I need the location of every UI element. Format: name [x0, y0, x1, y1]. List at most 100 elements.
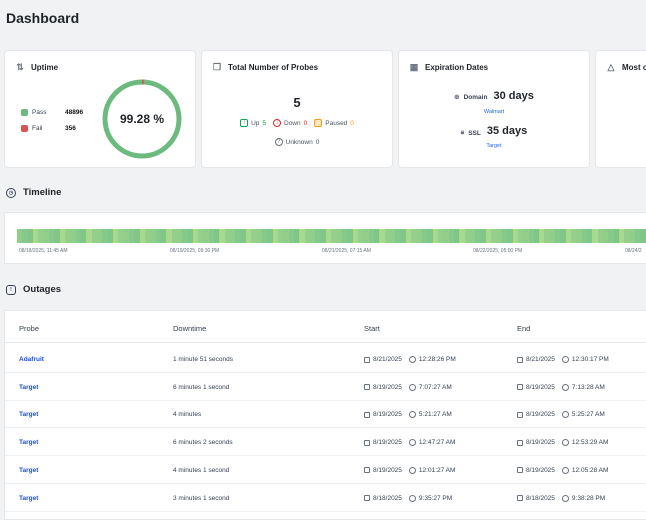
downtime-cell: 4 minutes 1 second [173, 466, 230, 474]
timeline-panel: 08/18/2025, 11:45 AM 08/19/2025, 09:30 P… [4, 212, 646, 264]
outages-table: Probe Downtime Start End Adafruit 1 minut… [4, 310, 646, 520]
start-date: 8/21/2025 [373, 356, 402, 363]
table-header: Probe Downtime Start End [5, 311, 646, 343]
fail-swatch [21, 125, 28, 132]
copy-icon: ❐ [212, 61, 222, 72]
table-row[interactable]: Target 3 minutes 1 second 8/18/2025 9:35:27… [5, 484, 646, 512]
uptime-card-title: Uptime [31, 62, 59, 72]
paused-label: Paused [325, 119, 348, 127]
calendar-icon [364, 384, 370, 391]
probe-link[interactable]: Target [19, 384, 38, 391]
probe-link[interactable]: Target [19, 467, 38, 474]
end-time: 12:05:28 AM [571, 466, 609, 474]
start-date: 8/19/2025 [373, 439, 402, 447]
table-row[interactable]: Target 4 minutes 8/19/2025 5:21:27 AM 8/19/2… [5, 400, 646, 429]
clock-icon [408, 466, 416, 474]
clock-icon [561, 411, 569, 419]
column-end[interactable]: End [517, 324, 530, 333]
uptime-card-header: ⇅ Uptime [15, 62, 58, 72]
start-time: 5:21:27 AM [418, 411, 452, 419]
timeline-tick-2: 08/19/2025, 09:30 PM [170, 248, 220, 254]
column-probe[interactable]: Probe [19, 324, 39, 333]
ssl-target-link[interactable]: Target [399, 143, 589, 149]
clock-icon [408, 356, 416, 363]
calendar-icon [517, 467, 523, 474]
clock-icon [408, 439, 416, 447]
calendar-icon [364, 439, 370, 446]
warning-icon: △ [607, 61, 615, 72]
lock-icon: 🔒︎ [460, 129, 465, 136]
table-row[interactable]: Target 6 minutes 1 second 8/19/2025 7:07:27… [5, 373, 646, 401]
ssl-value: 35 days [486, 125, 528, 137]
outages-title: Outages [23, 284, 62, 295]
question-icon: ? [274, 138, 283, 146]
most-card-title: Most o [622, 62, 646, 72]
start-date: 8/19/2025 [373, 411, 402, 419]
clock-icon [408, 494, 416, 502]
start-date: 8/18/2025 [373, 494, 402, 502]
fail-label: Fail [32, 125, 43, 132]
outages-heading: ! Outages [6, 284, 61, 295]
column-start[interactable]: Start [364, 324, 380, 333]
timeline-title: Timeline [23, 187, 62, 198]
clock-icon [561, 466, 569, 474]
fail-value: 356 [65, 125, 76, 132]
probe-unknown-row: ? Unknown 0 [202, 138, 392, 146]
fail-legend: Fail 356 [21, 125, 76, 132]
page-title: Dashboard [6, 10, 80, 26]
status-unknown[interactable]: ? Unknown 0 [274, 138, 319, 146]
most-card-header: △ Most o [606, 62, 646, 72]
probe-link[interactable]: Target [19, 439, 38, 446]
clock-icon [408, 383, 416, 391]
clock-icon [561, 356, 569, 363]
domain-label: Domain [463, 93, 488, 101]
end-date: 8/19/2025 [526, 383, 555, 391]
end-time: 5:25:27 AM [571, 411, 605, 419]
calendar-icon [517, 411, 523, 418]
clock-icon [561, 383, 569, 391]
status-up[interactable]: ↑ Up 5 [240, 119, 266, 127]
calendar-icon [517, 356, 523, 363]
calendar-icon [517, 439, 523, 446]
table-row[interactable]: Target 6 minutes 2 seconds 8/19/2025 12:47:… [5, 428, 646, 457]
status-paused[interactable]: Paused 0 [314, 119, 354, 127]
expiration-card: ▦ Expiration Dates ⊕ Domain 30 days Walm… [398, 50, 590, 168]
downtime-cell: 6 minutes 2 seconds [173, 439, 233, 447]
calendar-icon [364, 495, 370, 501]
end-date: 8/19/2025 [526, 439, 555, 447]
globe-icon: ⊕ [454, 94, 460, 101]
domain-value: 30 days [493, 90, 534, 102]
timeline-bar[interactable] [17, 229, 646, 243]
domain-row: ⊕ Domain 30 days [399, 90, 589, 102]
uptime-card: ⇅ Uptime Pass 48896 Fail 356 99.28 % [4, 50, 196, 168]
end-time: 12:30:17 PM [571, 356, 609, 363]
uptime-percent: 99.28 % [119, 112, 165, 126]
table-row[interactable]: Adafruit 1 minute 51 seconds 8/21/2025 12:2… [5, 345, 646, 373]
calendar-icon [517, 384, 523, 391]
alert-icon: ! [6, 284, 16, 295]
status-down[interactable]: ↓ Down 0 [273, 119, 307, 127]
end-time: 9:38:28 PM [571, 494, 606, 502]
domain-target-link[interactable]: Walmart [399, 109, 589, 115]
table-row[interactable]: Target 4 minutes 1 second 8/19/2025 12:01:2… [5, 456, 646, 484]
unknown-label: Unknown [285, 138, 313, 146]
end-time: 7:13:28 AM [571, 383, 605, 391]
column-downtime[interactable]: Downtime [173, 324, 206, 333]
up-icon: ↑ [240, 119, 249, 127]
probe-status-row: ↑ Up 5 ↓ Down 0 Paused 0 [202, 119, 392, 127]
calendar-icon [364, 411, 370, 418]
timeline-tick-4: 08/22/2025, 05:00 PM [473, 248, 523, 254]
down-label: Down [284, 119, 301, 127]
clock-icon [561, 494, 569, 502]
ssl-key: 🔒︎ SSL [461, 129, 481, 137]
end-time: 12:53:29 AM [571, 439, 609, 447]
end-date: 8/21/2025 [526, 356, 555, 363]
start-date: 8/19/2025 [373, 383, 402, 391]
probe-link[interactable]: Target [19, 411, 38, 418]
probe-link[interactable]: Adafruit [19, 356, 44, 363]
probe-link[interactable]: Target [19, 495, 38, 502]
clock-icon: ◷ [6, 187, 16, 198]
expiration-card-title: Expiration Dates [425, 62, 489, 72]
timeline-heading: ◷ Timeline [6, 187, 61, 198]
clock-icon [561, 439, 569, 447]
